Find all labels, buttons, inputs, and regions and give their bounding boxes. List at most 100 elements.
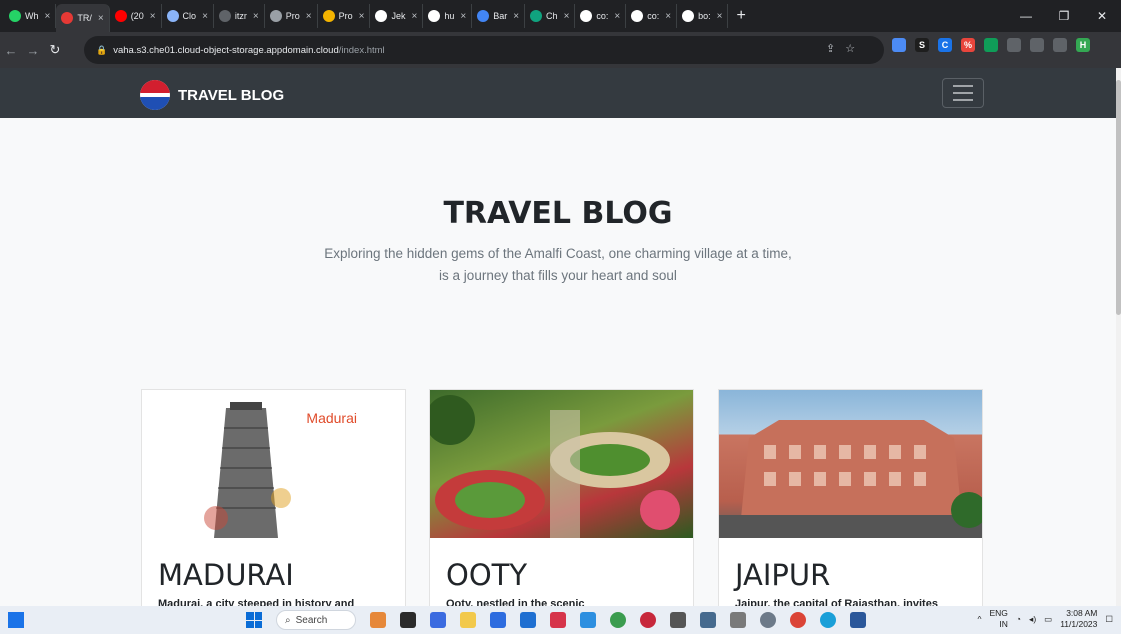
app-icon[interactable] [520,612,536,628]
browser-tab[interactable]: Wh × [4,4,57,28]
tab-favicon-icon [375,10,388,22]
tab-label: Pro [338,11,353,21]
close-tab-icon[interactable]: × [45,11,51,22]
wifi-icon[interactable]: ◔ [1016,614,1021,624]
browser-tab[interactable]: bo: × [677,4,729,28]
tab-label: bo: [698,11,711,21]
app-icon[interactable] [370,612,386,628]
browser-tab[interactable]: Pro × [318,4,371,28]
extension-icon[interactable] [1030,38,1044,52]
battery-icon[interactable]: ▭ [1044,614,1052,625]
volume-icon[interactable]: ◂) [1029,614,1036,625]
close-tab-icon[interactable]: × [306,11,312,22]
extension-icon[interactable] [1053,38,1067,52]
close-tab-icon[interactable]: × [460,11,466,22]
extension-icon[interactable] [984,38,998,52]
browser-tab[interactable]: TR/ × [56,4,110,32]
tab-label: Wh [25,11,39,21]
app-icon[interactable] [430,612,446,628]
scrollbar-thumb[interactable] [1116,80,1121,315]
restore-icon[interactable]: ❐ [1045,9,1083,23]
app-icon[interactable] [640,612,656,628]
tab-label: co: [647,11,660,21]
browser-tab[interactable]: Jek × [370,4,424,28]
app-icon[interactable] [670,612,686,628]
edge-icon[interactable] [820,612,836,628]
clock-time: 3:08 AM [1066,608,1098,618]
settings-icon[interactable] [760,612,776,628]
close-tab-icon[interactable]: × [665,11,671,22]
close-tab-icon[interactable]: × [253,11,259,22]
browser-tab[interactable]: hu × [423,4,473,28]
bookmark-star-icon[interactable]: ☆ [845,42,855,55]
tab-label: Jek [391,11,406,21]
back-icon[interactable]: ← [0,43,22,58]
browser-tab[interactable]: Pro × [265,4,318,28]
clock-date: 11/1/2023 [1060,619,1098,629]
tab-favicon-icon [269,10,282,22]
app-icon[interactable] [490,612,506,628]
close-tab-icon[interactable]: × [359,11,365,22]
word-icon[interactable] [850,612,866,628]
windows-start-icon[interactable] [246,612,262,628]
browser-tab[interactable]: co: × [626,4,678,28]
widgets-icon[interactable] [8,612,24,628]
new-tab-icon[interactable]: + [728,7,753,25]
language-indicator[interactable]: ENG IN [989,608,1007,630]
tab-label: TR/ [77,13,92,23]
url-bar[interactable]: 🔒 vaha.s3.che01.cloud-object-storage.app… [84,36,884,64]
close-tab-icon[interactable]: × [202,11,208,22]
card-jaipur[interactable]: JAIPUR Jaipur, the capital of Rajasthan,… [718,389,983,619]
close-tab-icon[interactable]: × [411,11,417,22]
hero-title: TRAVEL BLOG [443,196,673,231]
url-path: /index.html [338,44,385,56]
card-ooty[interactable]: OOTY Ooty, nestled in the scenic [429,389,694,619]
extension-icon[interactable] [1007,38,1021,52]
palace-illustration [719,420,982,538]
browser-tab[interactable]: Clo × [162,4,214,28]
browser-tab[interactable]: Bar × [472,4,526,28]
browser-tab[interactable]: co: × [575,4,627,28]
clock[interactable]: 3:08 AM 11/1/2023 [1060,608,1097,630]
app-icon[interactable] [730,612,746,628]
close-tab-icon[interactable]: × [98,13,104,24]
navbar-toggle-button[interactable] [942,78,984,108]
vscode-icon[interactable] [580,612,596,628]
taskbar-search[interactable]: ⌕ Search [276,610,356,630]
app-icon[interactable] [700,612,716,628]
browser-tab[interactable]: itzr × [214,4,265,28]
tab-label: Pro [285,11,300,21]
file-explorer-icon[interactable] [460,612,476,628]
chrome-icon[interactable] [790,612,806,628]
tab-favicon-icon [322,10,335,22]
minimize-icon[interactable]: — [1007,9,1045,23]
extension-icon[interactable]: H [1076,38,1090,52]
card-title: MADURAI [158,558,294,592]
forward-icon[interactable]: → [22,43,44,58]
close-tab-icon[interactable]: × [564,11,570,22]
navbar-brand[interactable]: TRAVEL BLOG [140,80,284,110]
reload-icon[interactable]: ↻ [44,42,66,58]
share-icon[interactable]: ⇪ [826,42,835,55]
close-tab-icon[interactable]: × [717,11,723,22]
card-title: OOTY [446,558,528,592]
notification-icon[interactable]: ☐ [1105,614,1113,625]
tab-favicon-icon [114,10,127,22]
chevron-up-icon[interactable]: ^ [977,614,981,624]
app-icon[interactable] [400,612,416,628]
browser-tab[interactable]: Ch × [525,4,576,28]
browser-tab[interactable]: (20 × [110,4,162,28]
close-tab-icon[interactable]: × [614,11,620,22]
extension-icon[interactable] [892,38,906,52]
app-icon[interactable] [550,612,566,628]
close-tab-icon[interactable]: × [150,11,156,22]
extension-icon[interactable]: S [915,38,929,52]
extension-icon[interactable]: C [938,38,952,52]
tab-label: Ch [546,11,558,21]
card-madurai[interactable]: Madurai MADURAI Madurai, a city steeped … [141,389,406,619]
system-tray: ^ ENG IN ◔ ◂) ▭ 3:08 AM 11/1/2023 ☐ [977,608,1113,630]
close-window-icon[interactable]: ✕ [1083,9,1121,23]
chrome-icon[interactable] [610,612,626,628]
extension-icon[interactable]: % [961,38,975,52]
close-tab-icon[interactable]: × [513,11,519,22]
